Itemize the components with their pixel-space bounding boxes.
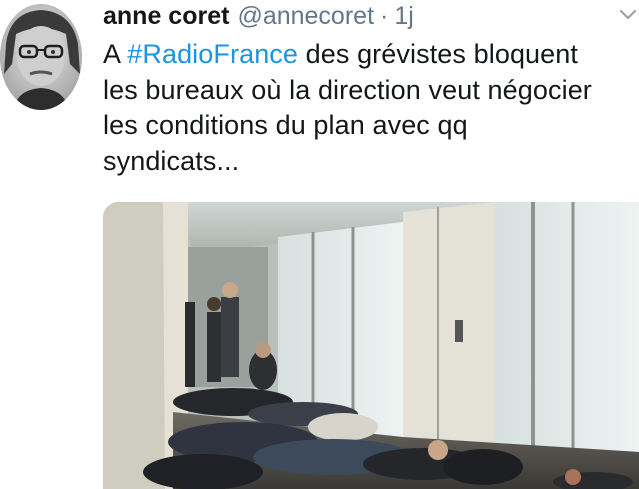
tweet-line-2: les bureaux où la direction veut négocie… [103,74,592,105]
tweet-photo[interactable] [103,202,639,489]
tweet-prefix: A [103,39,128,69]
author-name[interactable]: anne coret [103,0,229,33]
tweet-line-3: les conditions du plan avec qq [103,110,468,140]
chevron-down-icon[interactable] [619,8,637,22]
avatar[interactable] [0,4,82,110]
tweet-line-1-rest: des grévistes bloquent [298,39,579,69]
corridor-photo [103,202,639,489]
tweet-header: anne coret @annecoret · 1j [103,0,414,33]
tweet-line-4: syndicats... [103,145,240,176]
tweet-timestamp[interactable]: 1j [394,0,413,33]
hashtag-link[interactable]: #RadioFrance [127,39,298,69]
tweet-text: A #RadioFrance des grévistes bloquent le… [103,37,639,179]
author-handle[interactable]: @annecoret [237,0,374,33]
avatar-photo [0,4,82,110]
header-separator: · [380,2,389,30]
tweet-line-1: A #RadioFrance des grévistes bloquent [103,37,639,73]
